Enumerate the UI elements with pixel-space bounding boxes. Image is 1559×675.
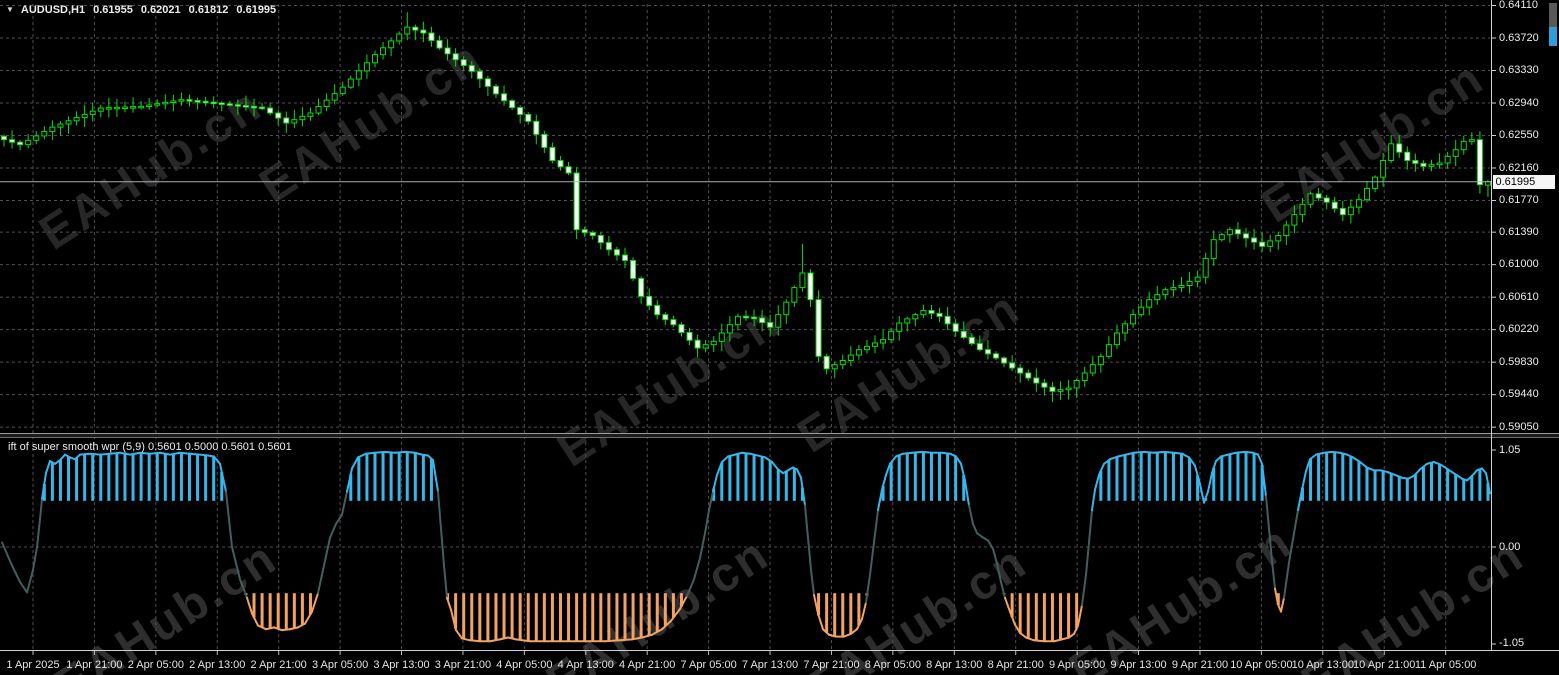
time-axis-border — [0, 650, 1559, 651]
time-axis-label: 11 Apr 05:00 — [1414, 659, 1477, 671]
indicator-label: ift of super smooth wpr (5,9) 0.5601 0.5… — [8, 441, 292, 453]
price-axis-label: 0.60220 — [1499, 323, 1539, 336]
grid-layer — [0, 4, 1490, 649]
symbol-label: AUDUSD,H1 — [20, 4, 86, 16]
price-axis-label: 0.62940 — [1499, 96, 1539, 109]
price-axis-label: 0.59440 — [1499, 388, 1539, 401]
indicator-scale-label: -1.05 — [1499, 637, 1525, 650]
price-axis-label: 0.60610 — [1499, 290, 1539, 303]
ohlc-high: 0.62021 — [140, 4, 181, 16]
ohlc-low: 0.61812 — [188, 4, 229, 16]
mt4-chart-window: EAHub.cn EAHub.cn EAHub.cn EAHub.cn EAHub.cn… — [0, 0, 1559, 675]
price-axis-label: 0.59830 — [1499, 355, 1539, 368]
price-axis-label: 0.61000 — [1499, 258, 1539, 271]
price-axis-label: 0.63330 — [1499, 64, 1539, 76]
ohlc-open: 0.61955 — [93, 4, 133, 16]
price-axis-label: 0.62550 — [1499, 129, 1539, 141]
price-axis-border — [1491, 0, 1492, 651]
price-axis-label: 0.61770 — [1499, 194, 1539, 206]
scrollbar-track[interactable] — [1549, 3, 1557, 27]
indicator-scale-label: 0.00 — [1499, 540, 1521, 553]
chart-title: ▼ AUDUSD,H1 0.61955 0.62021 0.61812 0.61995 — [6, 4, 276, 16]
scrollbar-thumb[interactable] — [1549, 27, 1557, 46]
panel-separator[interactable] — [0, 433, 1559, 438]
price-axis-label: 0.59050 — [1499, 420, 1539, 433]
symbol-dropdown-icon[interactable]: ▼ — [6, 5, 14, 14]
price-axis-label: 0.64110 — [1499, 0, 1538, 11]
price-axis-label: 0.61390 — [1499, 225, 1539, 238]
ohlc-close: 0.61995 — [236, 4, 277, 16]
chart-canvas[interactable] — [0, 0, 1559, 675]
current-price-badge: 0.61995 — [1492, 175, 1555, 189]
price-axis-label: 0.62160 — [1499, 161, 1539, 174]
indicator-scale-label: 1.05 — [1499, 443, 1521, 456]
price-axis-label: 0.63720 — [1499, 31, 1539, 44]
